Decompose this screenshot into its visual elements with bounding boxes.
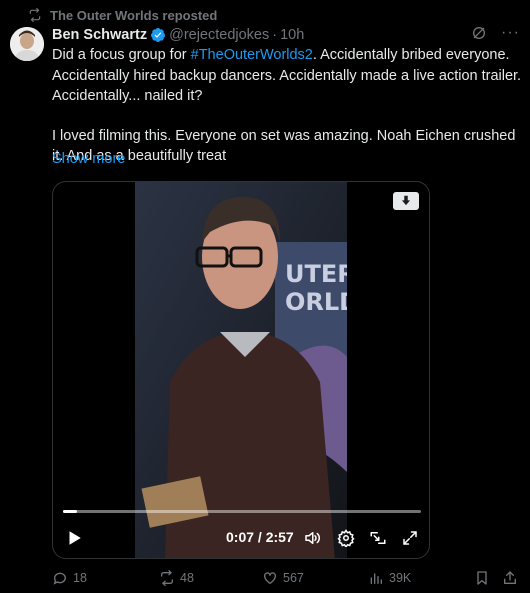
bookmark-button[interactable] bbox=[474, 568, 490, 588]
tweet-text: Did a focus group for #TheOuterWorlds2. … bbox=[52, 45, 522, 167]
download-icon bbox=[401, 195, 411, 206]
picture-in-picture-button[interactable] bbox=[367, 526, 389, 550]
gear-icon bbox=[337, 529, 355, 547]
play-icon bbox=[69, 531, 81, 545]
repost-button[interactable]: 48 bbox=[159, 568, 194, 588]
svg-text:ORLD: ORLD bbox=[285, 288, 347, 316]
avatar-image bbox=[10, 27, 44, 61]
repost-icon bbox=[29, 8, 41, 22]
repost-indicator[interactable]: The Outer Worlds reposted bbox=[28, 6, 217, 24]
video-progress-fill bbox=[63, 510, 78, 513]
display-name[interactable]: Ben Schwartz bbox=[52, 27, 147, 43]
volume-icon bbox=[305, 532, 320, 544]
video-controls: 0:07 / 2:57 bbox=[53, 526, 429, 550]
show-more-link[interactable]: Show more bbox=[52, 151, 125, 167]
fullscreen-icon bbox=[403, 531, 417, 545]
video-player[interactable]: UTER ORLD 0:07 / 2:57 bbox=[52, 181, 430, 559]
like-button[interactable]: 567 bbox=[262, 568, 304, 588]
fullscreen-button[interactable] bbox=[399, 526, 421, 550]
bookmark-icon bbox=[477, 571, 487, 585]
author-handle[interactable]: @rejectedjokes bbox=[169, 27, 269, 43]
views-chart-icon bbox=[370, 573, 382, 584]
repost-icon bbox=[161, 570, 173, 586]
share-icon bbox=[504, 571, 516, 584]
separator-dot: · bbox=[272, 27, 278, 43]
play-button[interactable] bbox=[63, 526, 85, 550]
hashtag-link[interactable]: #TheOuterWorlds2 bbox=[191, 47, 313, 63]
pip-icon bbox=[370, 532, 386, 544]
reply-button[interactable]: 18 bbox=[52, 568, 87, 588]
download-button[interactable] bbox=[393, 192, 419, 210]
repost-count: 48 bbox=[180, 571, 194, 585]
grok-icon[interactable] bbox=[471, 25, 487, 41]
tweet-text-prefix: Did a focus group for bbox=[52, 47, 191, 63]
tweet-header: Ben Schwartz @rejectedjokes · 10h ··· bbox=[52, 25, 520, 45]
timestamp[interactable]: 10h bbox=[280, 27, 304, 43]
settings-button[interactable] bbox=[335, 526, 357, 550]
video-progress-bar[interactable] bbox=[63, 510, 421, 513]
heart-icon bbox=[264, 572, 276, 584]
video-thumbnail: UTER ORLD bbox=[135, 182, 347, 558]
views-button[interactable]: 39K bbox=[368, 568, 411, 588]
reply-count: 18 bbox=[73, 571, 87, 585]
reply-icon bbox=[53, 572, 66, 585]
repost-label: The Outer Worlds reposted bbox=[50, 7, 218, 23]
more-options-icon[interactable]: ··· bbox=[501, 25, 520, 41]
video-frame[interactable]: UTER ORLD bbox=[135, 182, 347, 558]
video-time: 0:07 / 2:57 bbox=[226, 529, 294, 545]
verified-badge-icon[interactable] bbox=[150, 27, 166, 43]
share-button[interactable] bbox=[502, 568, 518, 588]
svg-text:UTER: UTER bbox=[285, 260, 347, 288]
mute-button[interactable] bbox=[301, 526, 323, 550]
avatar[interactable] bbox=[10, 27, 44, 61]
like-count: 567 bbox=[283, 571, 304, 585]
view-count: 39K bbox=[389, 571, 412, 585]
tweet-actions: 18 48 567 39K bbox=[52, 568, 520, 588]
